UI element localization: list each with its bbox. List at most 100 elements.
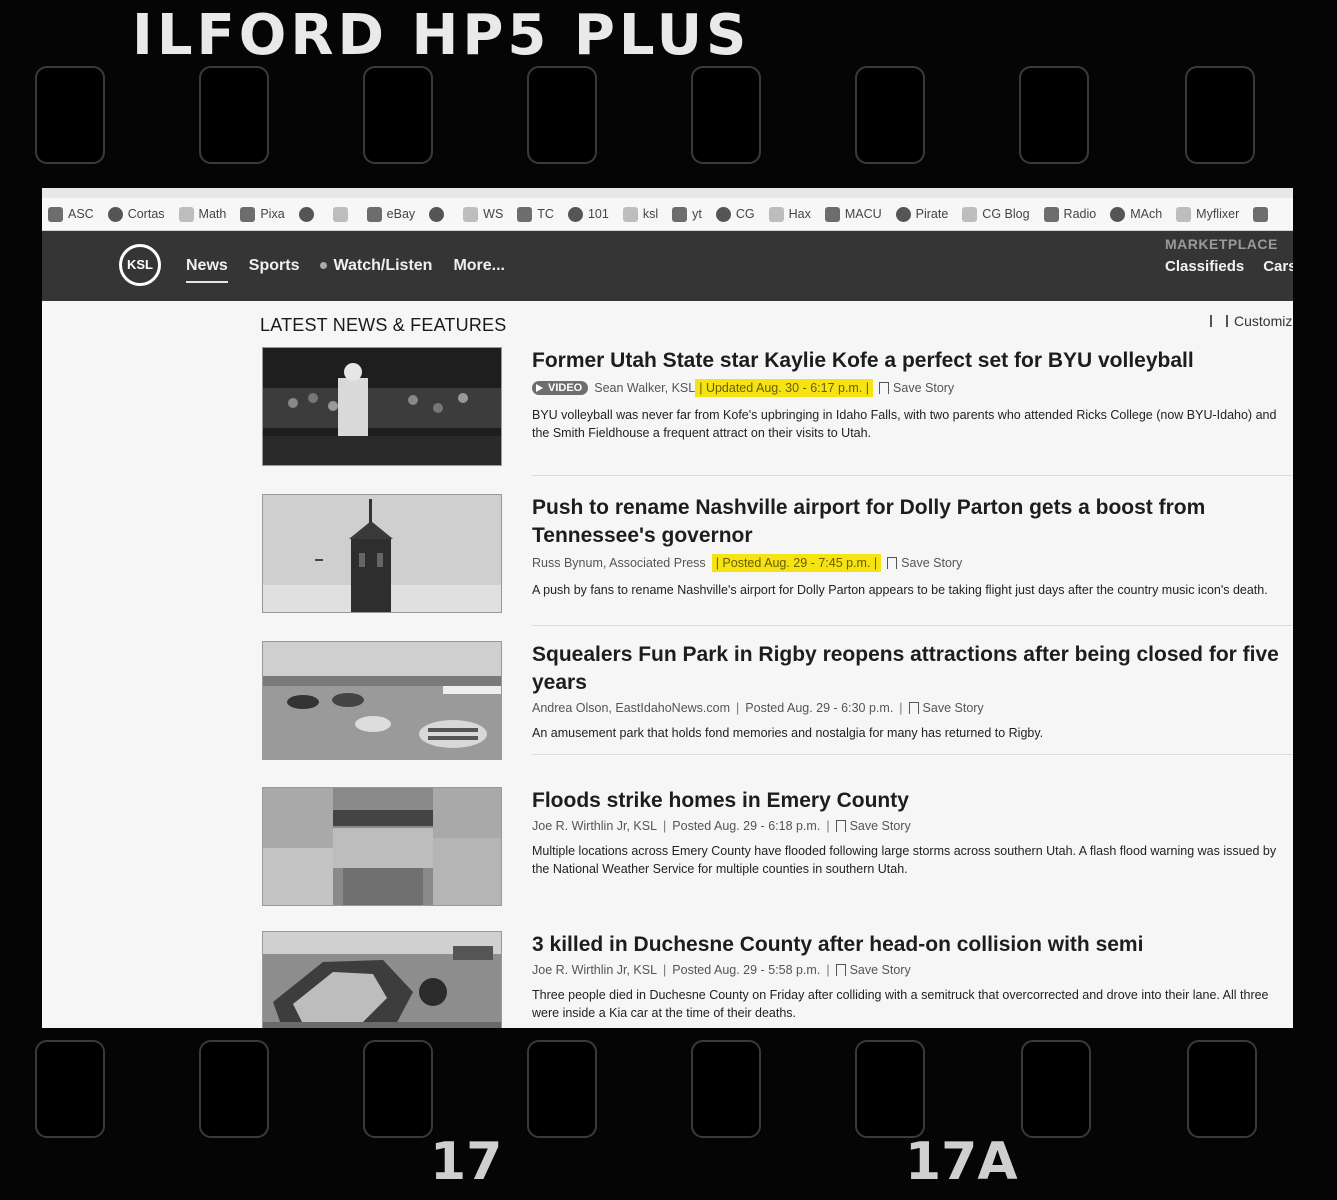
bookmark-label: Pixa xyxy=(260,207,285,221)
frame-number-right: 17A xyxy=(905,1132,1018,1192)
meta-separator: | xyxy=(663,819,667,833)
save-story-button[interactable]: Save Story xyxy=(835,819,911,836)
meta-separator: | xyxy=(826,819,830,833)
save-story-button[interactable]: Save Story xyxy=(835,963,911,980)
video-badge-label: VIDEO xyxy=(548,382,583,394)
bookmark-pirate[interactable]: Pirate xyxy=(895,206,948,222)
bookmark-asc[interactable]: ASC xyxy=(48,206,94,222)
bookmark-label: yt xyxy=(692,207,702,221)
meta-separator: | xyxy=(736,701,740,715)
article-headline[interactable]: 3 killed in Duchesne County after head-o… xyxy=(532,931,1293,959)
bookmark-macu[interactable]: MACU xyxy=(824,206,882,222)
article-thumbnail[interactable] xyxy=(262,494,502,613)
nav-classifieds[interactable]: Classifieds xyxy=(1165,258,1244,275)
bookmark-radio[interactable]: Radio xyxy=(1043,206,1096,222)
bookmark-tc[interactable]: TC xyxy=(517,206,554,222)
sprocket-hole xyxy=(527,66,597,164)
nav-watch-listen-label: Watch/Listen xyxy=(333,257,433,274)
nav-sports[interactable]: Sports xyxy=(249,257,300,283)
meta-separator: | xyxy=(826,963,830,977)
article-thumbnail[interactable] xyxy=(262,347,502,466)
save-story-label: Save Story xyxy=(901,556,963,570)
article-headline[interactable]: Squealers Fun Park in Rigby reopens attr… xyxy=(532,641,1293,697)
article-thumbnail[interactable] xyxy=(262,931,502,1028)
sprocket-hole xyxy=(363,66,433,164)
article-headline[interactable]: Push to rename Nashville airport for Dol… xyxy=(532,494,1293,550)
marketplace-label: MARKETPLACE xyxy=(1165,236,1278,252)
bookmark-ksl[interactable]: ksl xyxy=(622,206,658,222)
article-summary: Multiple locations across Emery County h… xyxy=(532,844,1277,876)
main-nav: News Sports Watch/Listen More... xyxy=(186,257,526,283)
article-thumbnail[interactable] xyxy=(262,641,502,760)
macu-icon xyxy=(824,206,840,222)
article-date: Posted Aug. 29 - 6:30 p.m. xyxy=(745,701,894,715)
save-story-button[interactable]: Save Story xyxy=(879,381,954,398)
ksl-logo[interactable]: KSL xyxy=(119,244,161,286)
bookmark-cg-blog[interactable]: CG Blog xyxy=(962,206,1030,222)
bookmark-label: WS xyxy=(483,207,504,221)
bookmark-cortas[interactable]: Cortas xyxy=(107,206,165,222)
asc-icon xyxy=(48,206,63,222)
save-story-label: Save Story xyxy=(922,701,984,715)
bookmark-hax[interactable]: Hax xyxy=(768,206,811,222)
bookmark-label: Hax xyxy=(788,207,811,221)
sprocket-hole xyxy=(691,1040,761,1138)
article-body: 3 killed in Duchesne County after head-o… xyxy=(532,931,1293,1022)
bookmark-google[interactable] xyxy=(429,206,449,222)
bookmark-cg[interactable]: CG xyxy=(715,206,755,222)
bookmark-yt[interactable]: yt xyxy=(672,206,702,222)
nav-watch-listen[interactable]: Watch/Listen xyxy=(320,257,432,283)
tc-icon xyxy=(517,206,533,222)
article-thumbnail[interactable] xyxy=(262,787,502,906)
video-badge[interactable]: VIDEO xyxy=(532,381,589,395)
section-title: LATEST NEWS & FEATURES xyxy=(260,315,507,335)
marketplace-links: Classifieds Cars xyxy=(1165,258,1293,275)
article-headline[interactable]: Former Utah State star Kaylie Kofe a per… xyxy=(532,347,1293,375)
live-dot-icon xyxy=(320,262,328,270)
pirate-icon xyxy=(895,206,911,222)
nav-cars[interactable]: Cars xyxy=(1263,258,1293,275)
bookmark-101[interactable]: 101 xyxy=(567,206,609,222)
bookmark-label: Cortas xyxy=(127,207,165,221)
site-header: KSL News Sports Watch/Listen More... MAR… xyxy=(42,231,1293,301)
meta-separator: | xyxy=(899,701,903,715)
customize-label: Customiz xyxy=(1234,313,1293,329)
save-story-label: Save Story xyxy=(849,963,911,977)
article-divider xyxy=(532,754,1293,755)
article-body: Push to rename Nashville airport for Dol… xyxy=(532,494,1293,599)
save-story-button[interactable]: Save Story xyxy=(887,556,963,573)
bookmark-facebook[interactable] xyxy=(298,206,319,222)
sprocket-hole xyxy=(1019,66,1089,164)
customize-button[interactable]: Customiz xyxy=(1210,313,1292,329)
myflixer-icon xyxy=(1176,206,1192,222)
bookmark-label: CG Blog xyxy=(982,207,1030,221)
bookmark-label: CG xyxy=(735,207,755,221)
sprocket-hole xyxy=(1021,1040,1091,1138)
nav-more[interactable]: More... xyxy=(453,257,505,283)
bookmark-extension[interactable] xyxy=(1253,206,1273,222)
article-body: Floods strike homes in Emery County Joe … xyxy=(532,787,1293,878)
sprocket-hole xyxy=(363,1040,433,1138)
bookmark-math[interactable]: Math xyxy=(178,206,226,222)
article-date: Posted Aug. 29 - 5:58 p.m. xyxy=(672,963,821,977)
bookmark-label: MACU xyxy=(844,207,882,221)
bookmark-pixa[interactable]: Pixa xyxy=(240,206,285,222)
save-story-button[interactable]: Save Story xyxy=(908,701,984,718)
bookmark-label: TC xyxy=(537,207,554,221)
bookmark-myflixer[interactable]: Myflixer xyxy=(1176,206,1239,222)
hax-icon xyxy=(768,206,784,222)
bookmark-yahoo[interactable] xyxy=(332,206,353,222)
article-divider xyxy=(532,625,1293,626)
cortas-icon xyxy=(107,206,123,222)
article-date: Posted Aug. 29 - 7:45 p.m. xyxy=(722,556,871,570)
bookmark-ebay[interactable]: eBay xyxy=(366,206,415,222)
play-icon xyxy=(536,384,543,392)
cg-blog-icon xyxy=(962,206,978,222)
article-author: Russ Bynum, Associated Press xyxy=(532,556,706,570)
bookmark-label: ASC xyxy=(68,207,94,221)
bookmark-mach[interactable]: MAch xyxy=(1110,206,1162,222)
nav-news[interactable]: News xyxy=(186,257,228,283)
article-headline[interactable]: Floods strike homes in Emery County xyxy=(532,787,1293,815)
bookmark-ws[interactable]: WS xyxy=(463,206,504,222)
article-meta: Joe R. Wirthlin Jr, KSL | Posted Aug. 29… xyxy=(532,819,1293,836)
